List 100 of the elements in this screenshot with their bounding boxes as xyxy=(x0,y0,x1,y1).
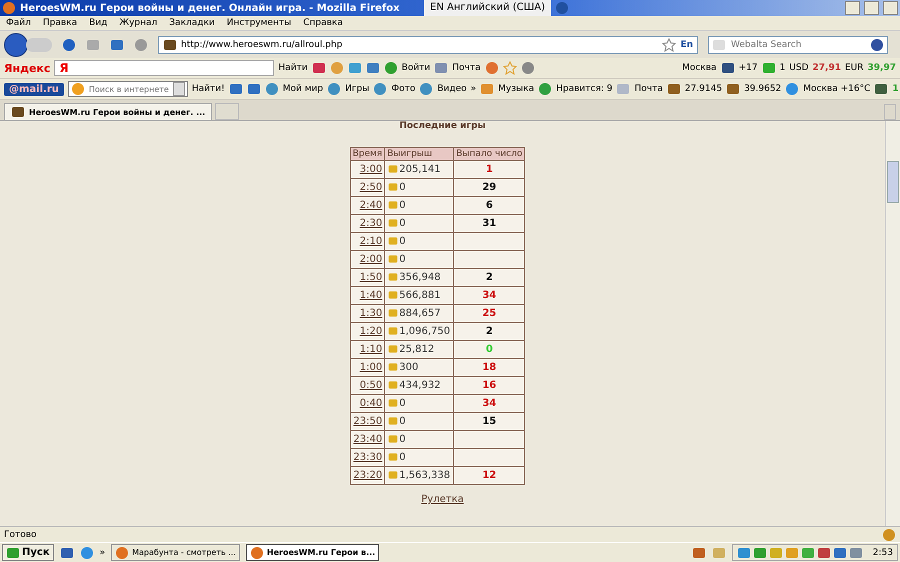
eur-rate: 39.9652 xyxy=(744,84,782,94)
city-label[interactable]: Москва xyxy=(682,63,717,73)
status-text: Готово xyxy=(4,530,37,540)
time-link[interactable]: 23:20 xyxy=(353,470,382,481)
login-button[interactable]: Войти xyxy=(402,63,430,73)
menu-item[interactable]: Правка xyxy=(42,18,78,28)
maximize-button[interactable] xyxy=(864,1,879,15)
time-link[interactable]: 2:40 xyxy=(360,200,382,211)
minimize-button[interactable] xyxy=(845,1,860,15)
menu-item[interactable]: Вид xyxy=(89,18,108,28)
search-bar[interactable]: Webalta Search xyxy=(708,36,888,54)
menu-item[interactable]: Файл xyxy=(6,18,31,28)
time-link[interactable]: 2:30 xyxy=(360,218,382,229)
usd-rate: 27,91 xyxy=(812,63,841,73)
time-link[interactable]: 0:40 xyxy=(360,398,382,409)
yandex-field-logo: Я xyxy=(59,61,69,75)
time-link[interactable]: 1:20 xyxy=(360,326,382,337)
time-link[interactable]: 23:30 xyxy=(353,452,382,463)
result-number: 25 xyxy=(482,308,496,319)
browser-tab[interactable]: HeroesWM.ru Герои войны и денег. ... xyxy=(4,103,212,120)
time-link[interactable]: 3:00 xyxy=(360,164,382,175)
more-button[interactable]: » xyxy=(100,548,106,558)
result-number: 2 xyxy=(486,272,493,283)
taskbar-button[interactable]: Марабунта - смотреть ... xyxy=(111,544,240,561)
winnings-text: 0 xyxy=(399,218,406,229)
vertical-scrollbar[interactable] xyxy=(885,121,900,526)
weather-label[interactable]: Москва +16°C xyxy=(803,84,870,94)
winnings-text: 0 xyxy=(399,254,406,265)
time-link[interactable]: 1:00 xyxy=(360,362,382,373)
mail-link[interactable]: Почта xyxy=(634,84,663,94)
result-number: 15 xyxy=(482,416,496,427)
time-link[interactable]: 1:50 xyxy=(360,272,382,283)
winnings-text: 0 xyxy=(399,200,406,211)
winnings-text: 1,563,338 xyxy=(399,470,450,481)
scroll-thumb[interactable] xyxy=(887,161,899,203)
likes-link[interactable]: Нравится: 9 xyxy=(556,84,612,94)
yandex-logo[interactable]: Яндекс xyxy=(4,62,50,74)
time-link[interactable]: 0:50 xyxy=(360,380,382,391)
search-field[interactable]: Поиск в интернете xyxy=(86,84,171,94)
star-icon[interactable] xyxy=(662,38,676,52)
close-button[interactable] xyxy=(883,1,898,15)
menu-item[interactable]: Справка xyxy=(303,18,343,28)
result-number: 12 xyxy=(482,470,496,481)
toolbar-link[interactable]: Фото xyxy=(391,84,416,94)
clock: 2:53 xyxy=(872,548,893,558)
column-header: Выигрыш xyxy=(384,148,454,160)
mail-logo[interactable]: @mail.ru xyxy=(4,82,64,96)
window-title: HeroesWM.ru Герои войны и денег. Онлайн игра. - Mozilla Firefox xyxy=(20,2,401,14)
result-number: 0 xyxy=(486,344,493,355)
winnings-text: 0 xyxy=(399,236,406,247)
winnings-text: 356,948 xyxy=(399,272,441,283)
toolbar-link[interactable]: Видео xyxy=(437,84,467,94)
star-icon[interactable] xyxy=(502,61,517,75)
menu-item[interactable]: Инструменты xyxy=(226,18,292,28)
column-header: Выпало число xyxy=(454,148,525,160)
winnings-text: 884,657 xyxy=(399,308,441,319)
more-button[interactable]: » xyxy=(470,84,476,94)
time-link[interactable]: 2:10 xyxy=(360,236,382,247)
language-label: En xyxy=(680,40,693,50)
time-link[interactable]: 2:00 xyxy=(360,254,382,265)
winnings-text: 25,812 xyxy=(399,344,434,355)
winnings-text: 0 xyxy=(399,398,406,409)
roulette-link[interactable]: Рулетка xyxy=(421,494,464,505)
find-button[interactable]: Найти xyxy=(278,63,308,73)
winnings-text: 0 xyxy=(399,182,406,193)
result-number: 16 xyxy=(482,380,496,391)
winnings-text: 0 xyxy=(399,434,406,445)
time-link[interactable]: 1:10 xyxy=(360,344,382,355)
page-heading: Последние игры xyxy=(399,121,486,131)
music-link[interactable]: Музыка xyxy=(498,84,534,94)
winnings-text: 0 xyxy=(399,452,406,463)
traffic-label: 1 xyxy=(892,84,899,94)
result-number: 2 xyxy=(486,326,493,337)
time-link[interactable]: 23:50 xyxy=(353,416,382,427)
result-number: 1 xyxy=(486,164,493,175)
time-link[interactable]: 1:40 xyxy=(360,290,382,301)
mail-button[interactable]: Почта xyxy=(452,63,481,73)
start-button[interactable]: Пуск xyxy=(2,544,54,561)
new-tab-button[interactable] xyxy=(215,103,240,120)
result-number: 34 xyxy=(482,290,496,301)
time-link[interactable]: 1:30 xyxy=(360,308,382,319)
back-button[interactable] xyxy=(4,32,28,56)
search-field[interactable]: Я xyxy=(54,60,274,76)
winnings-text: 300 xyxy=(399,362,418,373)
taskbar-button[interactable]: HeroesWM.ru Герои в... xyxy=(246,544,380,561)
result-number: 18 xyxy=(482,362,496,373)
usd-rate: 27.9145 xyxy=(684,84,722,94)
time-link[interactable]: 2:50 xyxy=(360,182,382,193)
address-bar[interactable]: http://www.heroeswm.ru/allroul.php En xyxy=(158,36,698,54)
search-bar[interactable]: Поиск в интернете xyxy=(68,81,188,97)
language-indicator[interactable]: EN Английский (США) xyxy=(424,0,552,16)
find-button[interactable]: Найти! xyxy=(192,84,225,94)
toolbar-link[interactable]: Игры xyxy=(345,84,370,94)
dropdown-button[interactable] xyxy=(172,82,185,96)
menu-item[interactable]: Журнал xyxy=(119,18,158,28)
toolbar-link[interactable]: Мой мир xyxy=(282,84,324,94)
time-link[interactable]: 23:40 xyxy=(353,434,382,445)
count-label: 1 xyxy=(780,63,786,73)
winnings-text: 205,141 xyxy=(399,164,441,175)
menu-item[interactable]: Закладки xyxy=(169,18,215,28)
